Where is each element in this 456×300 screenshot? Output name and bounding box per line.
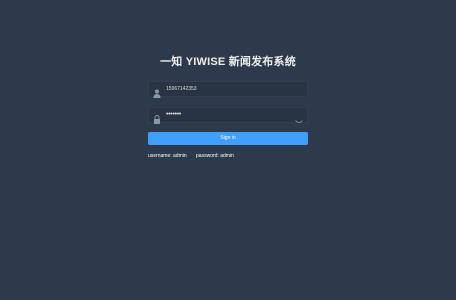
- eye-icon[interactable]: [295, 112, 303, 123]
- page-title: 一知 YIWISE 新闻发布系统: [160, 56, 296, 68]
- password-field[interactable]: •••••••: [148, 107, 308, 124]
- login-page: 一知 YIWISE 新闻发布系统 15967142353 ••••••• Sig…: [0, 0, 456, 300]
- sign-in-button[interactable]: Sign in: [148, 132, 308, 145]
- user-icon: [153, 85, 161, 98]
- tip-password: password: admin: [196, 153, 234, 159]
- login-tips: username: admin password: admin: [148, 153, 242, 159]
- lock-icon: [153, 111, 161, 124]
- password-input[interactable]: •••••••: [166, 108, 181, 122]
- username-input[interactable]: 15967142353: [166, 82, 197, 96]
- tip-username: username: admin: [148, 153, 187, 159]
- username-field[interactable]: 15967142353: [148, 81, 308, 98]
